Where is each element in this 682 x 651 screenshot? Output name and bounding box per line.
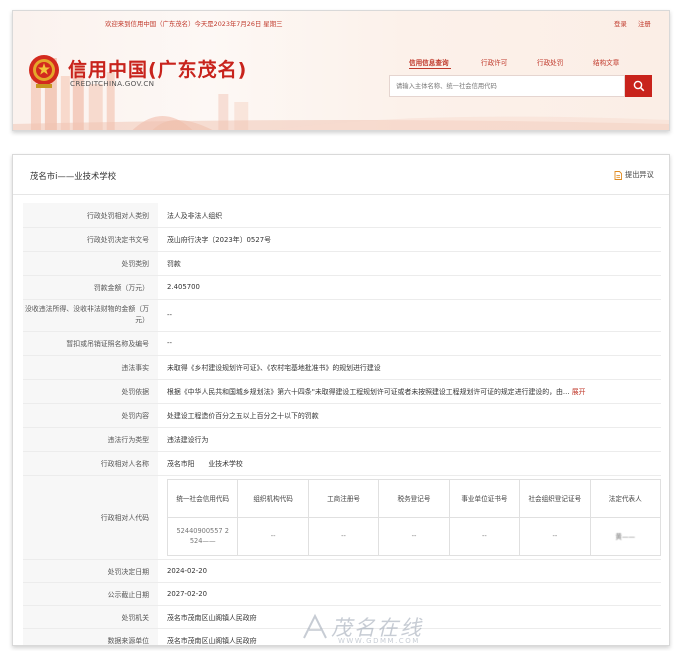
nav-admin-license[interactable]: 行政许可 <box>481 57 507 67</box>
code-value: -- <box>448 516 521 556</box>
code-value: -- <box>307 516 380 556</box>
row-label: 数据来源单位 <box>23 628 158 645</box>
watermark: 茂名在线 WWW.GDMM.COM <box>300 608 450 648</box>
search-input[interactable] <box>390 76 624 96</box>
row-label: 违法行为类型 <box>23 427 158 452</box>
code-header: 社会组织登记证号 <box>519 478 591 518</box>
code-subtable-cell: 统一社会信用代码 组织机构代码 工商注册号 税务登记号 事业单位证书号 社会组织… <box>158 475 661 560</box>
nav-active-underline <box>409 68 451 69</box>
nav-articles[interactable]: 结构文章 <box>593 57 619 67</box>
detail-row: 暂扣或吊销证照名称及编号 -- <box>23 331 661 356</box>
entity-title: 茂名市i——业技术学校 <box>30 171 117 181</box>
watermark-url: WWW.GDMM.COM <box>338 637 420 645</box>
detail-row: 没收违法所得、没收非法财物的金额（万元） -- <box>23 299 661 332</box>
code-value: -- <box>378 516 450 556</box>
row-label: 行政相对人名称 <box>23 451 158 476</box>
row-value: 茂名市阳 业技术学校 <box>158 451 661 476</box>
objection-label: 提出异议 <box>625 170 654 179</box>
row-value: 罚款 <box>158 251 661 276</box>
detail-row: 违法事实 未取得《乡村建设规划许可证》、《农村宅基地批准书》的规划进行建设 <box>23 355 661 380</box>
code-header: 法定代表人 <box>589 478 661 518</box>
row-value: 2024-02-20 <box>158 559 661 583</box>
document-icon <box>614 170 622 180</box>
detail-row: 处罚决定日期 2024-02-20 <box>23 559 661 583</box>
row-value: 茂山府行决字〔2023年〕0527号 <box>158 227 661 252</box>
detail-row: 公示截止日期 2027-02-20 <box>23 582 661 606</box>
login-link[interactable]: 登录 <box>614 19 627 28</box>
expand-link[interactable]: 展开 <box>572 388 586 396</box>
register-link[interactable]: 注册 <box>638 19 651 28</box>
row-value: 2.405700 <box>158 275 661 300</box>
row-value: 未取得《乡村建设规划许可证》、《农村宅基地批准书》的规划进行建设 <box>158 355 661 380</box>
detail-row: 处罚内容 处建设工程造价百分之五以上百分之十以下的罚款 <box>23 403 661 428</box>
watermark-logo-icon <box>303 613 327 639</box>
welcome-text: 欢迎来到信用中国（广东茂名）今天是2023年7月26日 星期三 <box>105 20 283 28</box>
code-value: 52440900557 2 524—— <box>166 516 239 556</box>
search-icon <box>633 80 644 92</box>
detail-row: 行政处罚相对人类别 法人及非法人组织 <box>23 203 661 228</box>
detail-table-wrap: 行政处罚相对人类别 法人及非法人组织 行政处罚决定书文号 茂山府行决字〔2023… <box>23 203 661 645</box>
code-header: 工商注册号 <box>307 478 380 518</box>
detail-row: 行政相对人名称 茂名市阳 业技术学校 <box>23 451 661 476</box>
legal-rep-value: 黄—— <box>589 516 661 556</box>
row-label: 处罚内容 <box>23 403 158 428</box>
detail-row: 处罚类别 罚款 <box>23 251 661 276</box>
code-header-row: 统一社会信用代码 组织机构代码 工商注册号 税务登记号 事业单位证书号 社会组织… <box>166 478 661 518</box>
card-header: 茂名市i——业技术学校 提出异议 <box>13 155 669 195</box>
brand-url: CREDITCHINA.GOV.CN <box>70 79 155 88</box>
detail-row: 违法行为类型 违法建设行为 <box>23 427 661 452</box>
search-box <box>389 75 625 97</box>
row-value: -- <box>158 299 661 332</box>
code-value: -- <box>519 516 591 556</box>
site-header: 欢迎来到信用中国（广东茂名）今天是2023年7月26日 星期三 登录 注册 信用… <box>12 10 670 131</box>
code-header: 税务登记号 <box>378 478 450 518</box>
top-bar: 欢迎来到信用中国（广东茂名）今天是2023年7月26日 星期三 登录 注册 <box>13 11 669 33</box>
row-value: 违法建设行为 <box>158 427 661 452</box>
detail-row: 行政处罚决定书文号 茂山府行决字〔2023年〕0527号 <box>23 227 661 252</box>
code-header: 组织机构代码 <box>237 478 309 518</box>
code-subtable: 统一社会信用代码 组织机构代码 工商注册号 税务登记号 事业单位证书号 社会组织… <box>166 478 661 556</box>
code-header: 统一社会信用代码 <box>166 478 239 518</box>
row-label: 行政处罚相对人类别 <box>23 203 158 228</box>
row-label: 公示截止日期 <box>23 582 158 606</box>
row-label: 处罚决定日期 <box>23 559 158 583</box>
row-label: 处罚机关 <box>23 605 158 629</box>
row-label: 行政处罚决定书文号 <box>23 227 158 252</box>
penalty-detail-card: 茂名市i——业技术学校 提出异议 行政处罚相对人类别 法人及非法人组织 行政处罚… <box>12 154 670 646</box>
row-label: 暂扣或吊销证照名称及编号 <box>23 331 158 356</box>
brand-title: 信用中国(广东茂名) <box>68 59 248 81</box>
search-button[interactable] <box>625 75 652 97</box>
nav-credit-query[interactable]: 信用信息查询 <box>409 57 449 67</box>
detail-row: 罚款金额（万元） 2.405700 <box>23 275 661 300</box>
penalty-detail-table: 行政处罚相对人类别 法人及非法人组织 行政处罚决定书文号 茂山府行决字〔2023… <box>23 203 661 645</box>
objection-button[interactable]: 提出异议 <box>614 170 654 180</box>
row-value: 法人及非法人组织 <box>158 203 661 228</box>
row-value: 根据《中华人民共和国城乡规划法》第六十四条"未取得建设工程规划许可证或者未按照建… <box>158 379 661 404</box>
code-header: 事业单位证书号 <box>448 478 521 518</box>
row-label: 处罚依据 <box>23 379 158 404</box>
row-value: 处建设工程造价百分之五以上百分之十以下的罚款 <box>158 403 661 428</box>
detail-row: 处罚依据 根据《中华人民共和国城乡规划法》第六十四条"未取得建设工程规划许可证或… <box>23 379 661 404</box>
row-value: -- <box>158 331 661 356</box>
code-value-row: 52440900557 2 524—— -- -- -- -- -- 黄—— <box>166 516 661 556</box>
detail-row: 行政相对人代码 统一社会信用代码 组织机构代码 工商注册号 税务登记号 事业单位… <box>23 475 661 560</box>
national-emblem-icon <box>29 55 59 88</box>
row-label: 违法事实 <box>23 355 158 380</box>
row-label: 没收违法所得、没收非法财物的金额（万元） <box>23 299 158 332</box>
penalty-basis-text: 根据《中华人民共和国城乡规划法》第六十四条"未取得建设工程规划许可证或者未按照建… <box>167 388 570 396</box>
row-label: 处罚类别 <box>23 251 158 276</box>
nav-admin-penalty[interactable]: 行政处罚 <box>537 57 563 67</box>
row-label: 行政相对人代码 <box>23 475 158 560</box>
row-label: 罚款金额（万元） <box>23 275 158 300</box>
code-value: -- <box>237 516 309 556</box>
row-value: 2027-02-20 <box>158 582 661 606</box>
